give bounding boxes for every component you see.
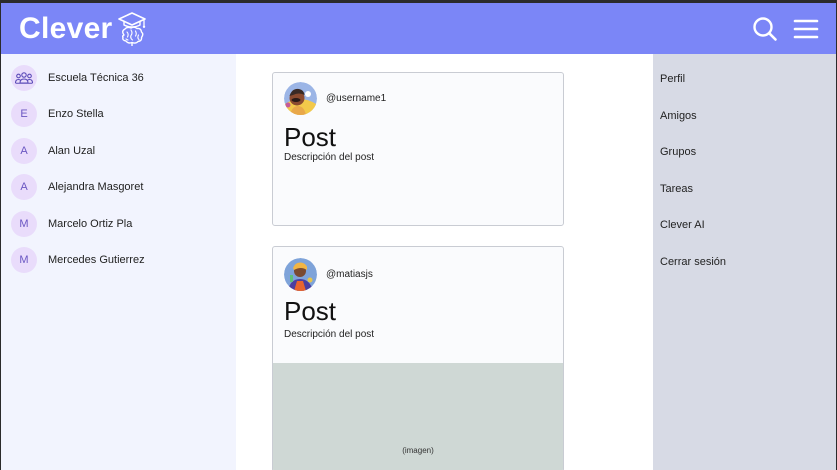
post-image-placeholder[interactable]: (imagen) (273, 363, 563, 470)
contact-name: Alan Uzal (48, 145, 96, 157)
avatar: A (11, 174, 37, 200)
post-feed: @username1 Post Descripción del post @ma… (236, 54, 653, 470)
hamburger-menu-icon (793, 19, 819, 39)
post-header: @username1 (284, 82, 386, 115)
group-avatar (11, 65, 37, 91)
user-avatar[interactable] (284, 258, 317, 291)
post-card[interactable]: @username1 Post Descripción del post (272, 72, 564, 226)
avatar: E (11, 101, 37, 127)
contact-name: Enzo Stella (48, 108, 104, 120)
menu-button[interactable] (792, 15, 820, 43)
avatar-illustration-icon (284, 258, 317, 291)
navigation-sidebar: Perfil Amigos Grupos Tareas Clever AI Ce… (653, 54, 836, 470)
contact-name: Alejandra Masgoret (48, 181, 144, 193)
brand-name: Clever (19, 12, 113, 45)
contact-name: Mercedes Gutierrez (48, 254, 145, 266)
post-image-label: (imagen) (402, 446, 434, 455)
post-username[interactable]: @username1 (326, 93, 386, 104)
sidebar-item-alan-uzal[interactable]: A Alan Uzal (11, 137, 95, 165)
post-description: Descripción del post (284, 329, 375, 340)
contact-name: Marcelo Ortiz Pla (48, 218, 133, 230)
nav-item-clever-ai[interactable]: Clever AI (660, 219, 705, 231)
post-header: @matiasjs (284, 258, 373, 291)
contacts-sidebar: Escuela Técnica 36 E Enzo Stella A Alan … (1, 54, 236, 470)
sidebar-item-alejandra-masgoret[interactable]: A Alejandra Masgoret (11, 173, 143, 201)
post-username[interactable]: @matiasjs (326, 269, 373, 280)
post-description: Descripción del post (284, 152, 375, 163)
avatar: M (11, 247, 37, 273)
app-frame: Clever Escuela Técnica 36 E Enzo Stella … (1, 3, 836, 470)
sidebar-item-escuela-tecnica-36[interactable]: Escuela Técnica 36 (11, 64, 144, 92)
search-button[interactable] (751, 15, 779, 43)
nav-item-grupos[interactable]: Grupos (660, 146, 696, 158)
nav-item-cerrar-sesion[interactable]: Cerrar sesión (660, 256, 726, 268)
post-title: Post (284, 296, 337, 326)
post-title: Post (284, 122, 337, 152)
sidebar-item-mercedes-gutierrez[interactable]: M Mercedes Gutierrez (11, 246, 145, 274)
brand-logo-link[interactable]: Clever (19, 11, 149, 47)
user-avatar[interactable] (284, 82, 317, 115)
contact-name: Escuela Técnica 36 (48, 72, 144, 84)
sidebar-item-enzo-stella[interactable]: E Enzo Stella (11, 100, 104, 128)
post-card[interactable]: @matiasjs Post Descripción del post (ima… (272, 246, 564, 470)
nav-item-amigos[interactable]: Amigos (660, 110, 697, 122)
nav-item-perfil[interactable]: Perfil (660, 73, 685, 85)
sidebar-item-marcelo-ortiz-pla[interactable]: M Marcelo Ortiz Pla (11, 210, 132, 238)
top-header: Clever (1, 3, 836, 54)
avatar-illustration-icon (284, 82, 317, 115)
header-actions (751, 15, 820, 43)
group-icon (15, 72, 33, 84)
brain-graduation-cap-icon (117, 12, 146, 46)
nav-item-tareas[interactable]: Tareas (660, 183, 693, 195)
avatar: M (11, 211, 37, 237)
search-icon (753, 17, 777, 41)
avatar: A (11, 138, 37, 164)
